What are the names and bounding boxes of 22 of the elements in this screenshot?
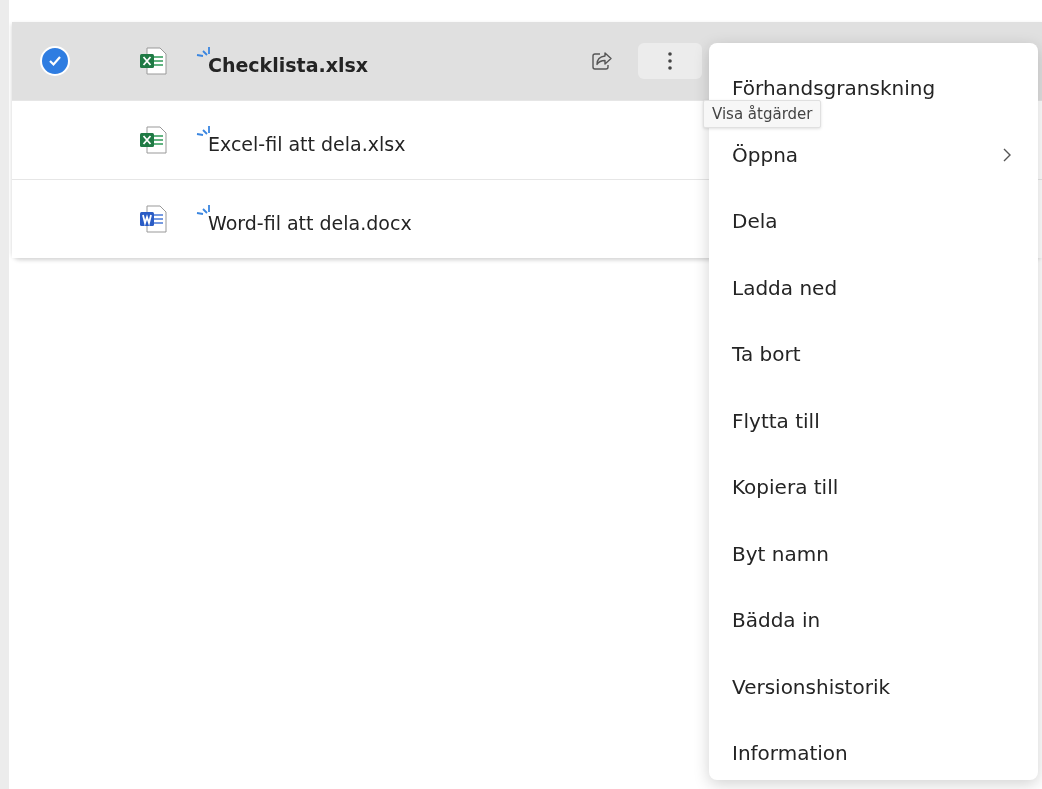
spreadsheet-icon bbox=[137, 124, 169, 156]
word-document-icon bbox=[137, 203, 169, 235]
file-name[interactable]: Word-fil att dela.docx bbox=[208, 212, 412, 234]
checkmark-icon[interactable] bbox=[40, 46, 70, 76]
menu-item[interactable]: Versionshistorik bbox=[732, 674, 891, 699]
menu-item[interactable]: Information bbox=[732, 741, 848, 766]
spreadsheet-icon bbox=[137, 45, 169, 77]
menu-item[interactable]: Bädda in bbox=[732, 608, 821, 633]
menu-item[interactable]: Öppna bbox=[732, 142, 799, 167]
menu-item[interactable]: Ladda ned bbox=[732, 275, 838, 300]
file-name[interactable]: Checklista.xlsx bbox=[208, 54, 369, 76]
menu-item[interactable]: Ta bort bbox=[732, 342, 801, 367]
more-icon bbox=[668, 52, 672, 70]
menu-item[interactable]: Dela bbox=[732, 209, 778, 234]
menu-item[interactable]: Flytta till bbox=[732, 408, 820, 433]
new-file-icon bbox=[196, 125, 212, 139]
tooltip: Visa åtgärder bbox=[703, 100, 822, 128]
share-icon bbox=[591, 50, 613, 72]
menu-item[interactable]: Förhandsgranskning bbox=[732, 76, 936, 101]
menu-item[interactable]: Byt namn bbox=[732, 541, 829, 566]
menu-item[interactable]: Kopiera till bbox=[732, 475, 839, 500]
file-name[interactable]: Excel-fil att dela.xlsx bbox=[208, 133, 406, 155]
